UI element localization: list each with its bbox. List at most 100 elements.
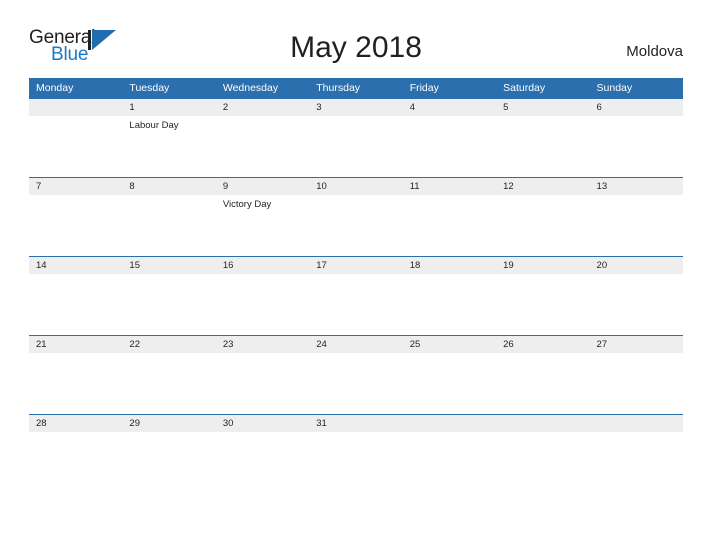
day-events bbox=[590, 274, 683, 277]
day-number: 19 bbox=[496, 257, 590, 274]
calendar-day-cell[interactable]: 4 bbox=[402, 98, 497, 178]
calendar-day-cell[interactable]: 29 bbox=[122, 414, 216, 493]
day-number: 22 bbox=[122, 336, 216, 353]
day-events bbox=[309, 274, 402, 277]
calendar-day-cell[interactable]: 10 bbox=[309, 177, 403, 257]
calendar-week-row: 14 15 16 17 18 19 20 bbox=[29, 256, 683, 336]
calendar-day-cell[interactable]: 1 Labour Day bbox=[122, 98, 216, 178]
day-number: 16 bbox=[215, 257, 310, 274]
calendar-day-cell[interactable]: 8 bbox=[122, 177, 216, 257]
calendar-day-cell[interactable]: 15 bbox=[122, 256, 216, 336]
day-events bbox=[309, 432, 402, 435]
calendar-day-cell[interactable] bbox=[402, 414, 497, 493]
weekday-header-thursday: Thursday bbox=[309, 78, 403, 99]
calendar-day-cell[interactable]: 19 bbox=[496, 256, 590, 336]
calendar-day-cell[interactable]: 9 Victory Day bbox=[215, 177, 310, 257]
day-cell-content: 28 bbox=[29, 415, 123, 493]
calendar-day-cell[interactable]: 22 bbox=[122, 335, 216, 415]
calendar-day-cell[interactable]: 6 bbox=[589, 98, 683, 178]
day-events bbox=[496, 116, 589, 119]
day-number: 7 bbox=[29, 178, 123, 195]
day-events bbox=[29, 432, 122, 435]
day-events bbox=[29, 353, 122, 356]
day-cell-content bbox=[402, 415, 497, 493]
day-events bbox=[122, 195, 215, 198]
day-number: 27 bbox=[589, 336, 683, 353]
calendar-day-cell[interactable]: 12 bbox=[496, 177, 590, 257]
day-events bbox=[403, 353, 496, 356]
day-events bbox=[403, 116, 496, 119]
calendar-day-cell[interactable]: 24 bbox=[309, 335, 403, 415]
weekday-header-saturday: Saturday bbox=[496, 78, 590, 99]
calendar-week-row: 21 22 23 24 25 26 27 bbox=[29, 335, 683, 415]
calendar-day-cell[interactable] bbox=[496, 414, 590, 493]
calendar-day-cell[interactable]: 23 bbox=[215, 335, 310, 415]
calendar-day-cell[interactable] bbox=[29, 98, 123, 178]
day-events bbox=[122, 432, 215, 435]
calendar-day-cell[interactable]: 11 bbox=[402, 177, 497, 257]
day-cell-content: 23 bbox=[215, 336, 310, 414]
day-number: 20 bbox=[589, 257, 683, 274]
weekday-header-tuesday: Tuesday bbox=[122, 78, 216, 99]
calendar-day-cell[interactable]: 7 bbox=[29, 177, 123, 257]
day-cell-content: 5 bbox=[496, 99, 590, 177]
calendar-day-cell[interactable]: 5 bbox=[496, 98, 590, 178]
day-events bbox=[122, 274, 215, 277]
day-events bbox=[122, 353, 215, 356]
day-events bbox=[590, 116, 683, 119]
day-cell-content: 24 bbox=[309, 336, 403, 414]
day-cell-content: 30 bbox=[215, 415, 310, 493]
day-events: Labour Day bbox=[122, 116, 215, 132]
day-number bbox=[496, 415, 590, 432]
day-events bbox=[216, 274, 309, 277]
day-events bbox=[29, 274, 122, 277]
day-number: 31 bbox=[309, 415, 403, 432]
day-cell-content: 6 bbox=[589, 99, 683, 177]
day-number: 25 bbox=[402, 336, 497, 353]
day-cell-content: 11 bbox=[402, 178, 497, 256]
calendar-day-cell[interactable]: 3 bbox=[309, 98, 403, 178]
day-events: Victory Day bbox=[216, 195, 309, 211]
calendar-day-cell[interactable]: 31 bbox=[309, 414, 403, 493]
day-events bbox=[403, 274, 496, 277]
calendar-day-cell[interactable]: 13 bbox=[589, 177, 683, 257]
day-cell-content: 27 bbox=[589, 336, 683, 414]
calendar-page: General Blue May 2018 Moldova Monday Tues… bbox=[0, 0, 712, 550]
day-number: 2 bbox=[215, 99, 310, 116]
calendar-day-cell[interactable]: 25 bbox=[402, 335, 497, 415]
day-events bbox=[29, 116, 122, 119]
calendar-day-cell[interactable]: 16 bbox=[215, 256, 310, 336]
day-cell-content: 9 Victory Day bbox=[215, 178, 310, 256]
day-events bbox=[496, 353, 589, 356]
day-number: 14 bbox=[29, 257, 123, 274]
day-number: 23 bbox=[215, 336, 310, 353]
day-number: 29 bbox=[122, 415, 216, 432]
calendar-day-cell[interactable]: 14 bbox=[29, 256, 123, 336]
calendar-day-cell[interactable]: 21 bbox=[29, 335, 123, 415]
calendar-day-cell[interactable] bbox=[589, 414, 683, 493]
calendar-day-cell[interactable]: 28 bbox=[29, 414, 123, 493]
day-cell-content: 16 bbox=[215, 257, 310, 335]
day-cell-content: 31 bbox=[309, 415, 403, 493]
calendar-day-cell[interactable]: 26 bbox=[496, 335, 590, 415]
day-number: 18 bbox=[402, 257, 497, 274]
calendar-table: Monday Tuesday Wednesday Thursday Friday Satu… bbox=[29, 78, 683, 493]
day-cell-content: 1 Labour Day bbox=[122, 99, 216, 177]
day-cell-content: 20 bbox=[589, 257, 683, 335]
day-events bbox=[403, 195, 496, 198]
calendar-day-cell[interactable]: 30 bbox=[215, 414, 310, 493]
calendar-week-row: 7 8 9 Victory Day 10 11 12 13 bbox=[29, 177, 683, 257]
day-cell-content: 21 bbox=[29, 336, 123, 414]
calendar-day-cell[interactable]: 2 bbox=[215, 98, 310, 178]
day-number: 13 bbox=[589, 178, 683, 195]
holiday-label: Labour Day bbox=[129, 120, 179, 131]
day-cell-content: 29 bbox=[122, 415, 216, 493]
day-number: 26 bbox=[496, 336, 590, 353]
calendar-day-cell[interactable]: 18 bbox=[402, 256, 497, 336]
calendar-day-cell[interactable]: 17 bbox=[309, 256, 403, 336]
calendar-day-cell[interactable]: 20 bbox=[589, 256, 683, 336]
day-events bbox=[309, 195, 402, 198]
day-cell-content: 12 bbox=[496, 178, 590, 256]
calendar-day-cell[interactable]: 27 bbox=[589, 335, 683, 415]
day-number bbox=[402, 415, 497, 432]
